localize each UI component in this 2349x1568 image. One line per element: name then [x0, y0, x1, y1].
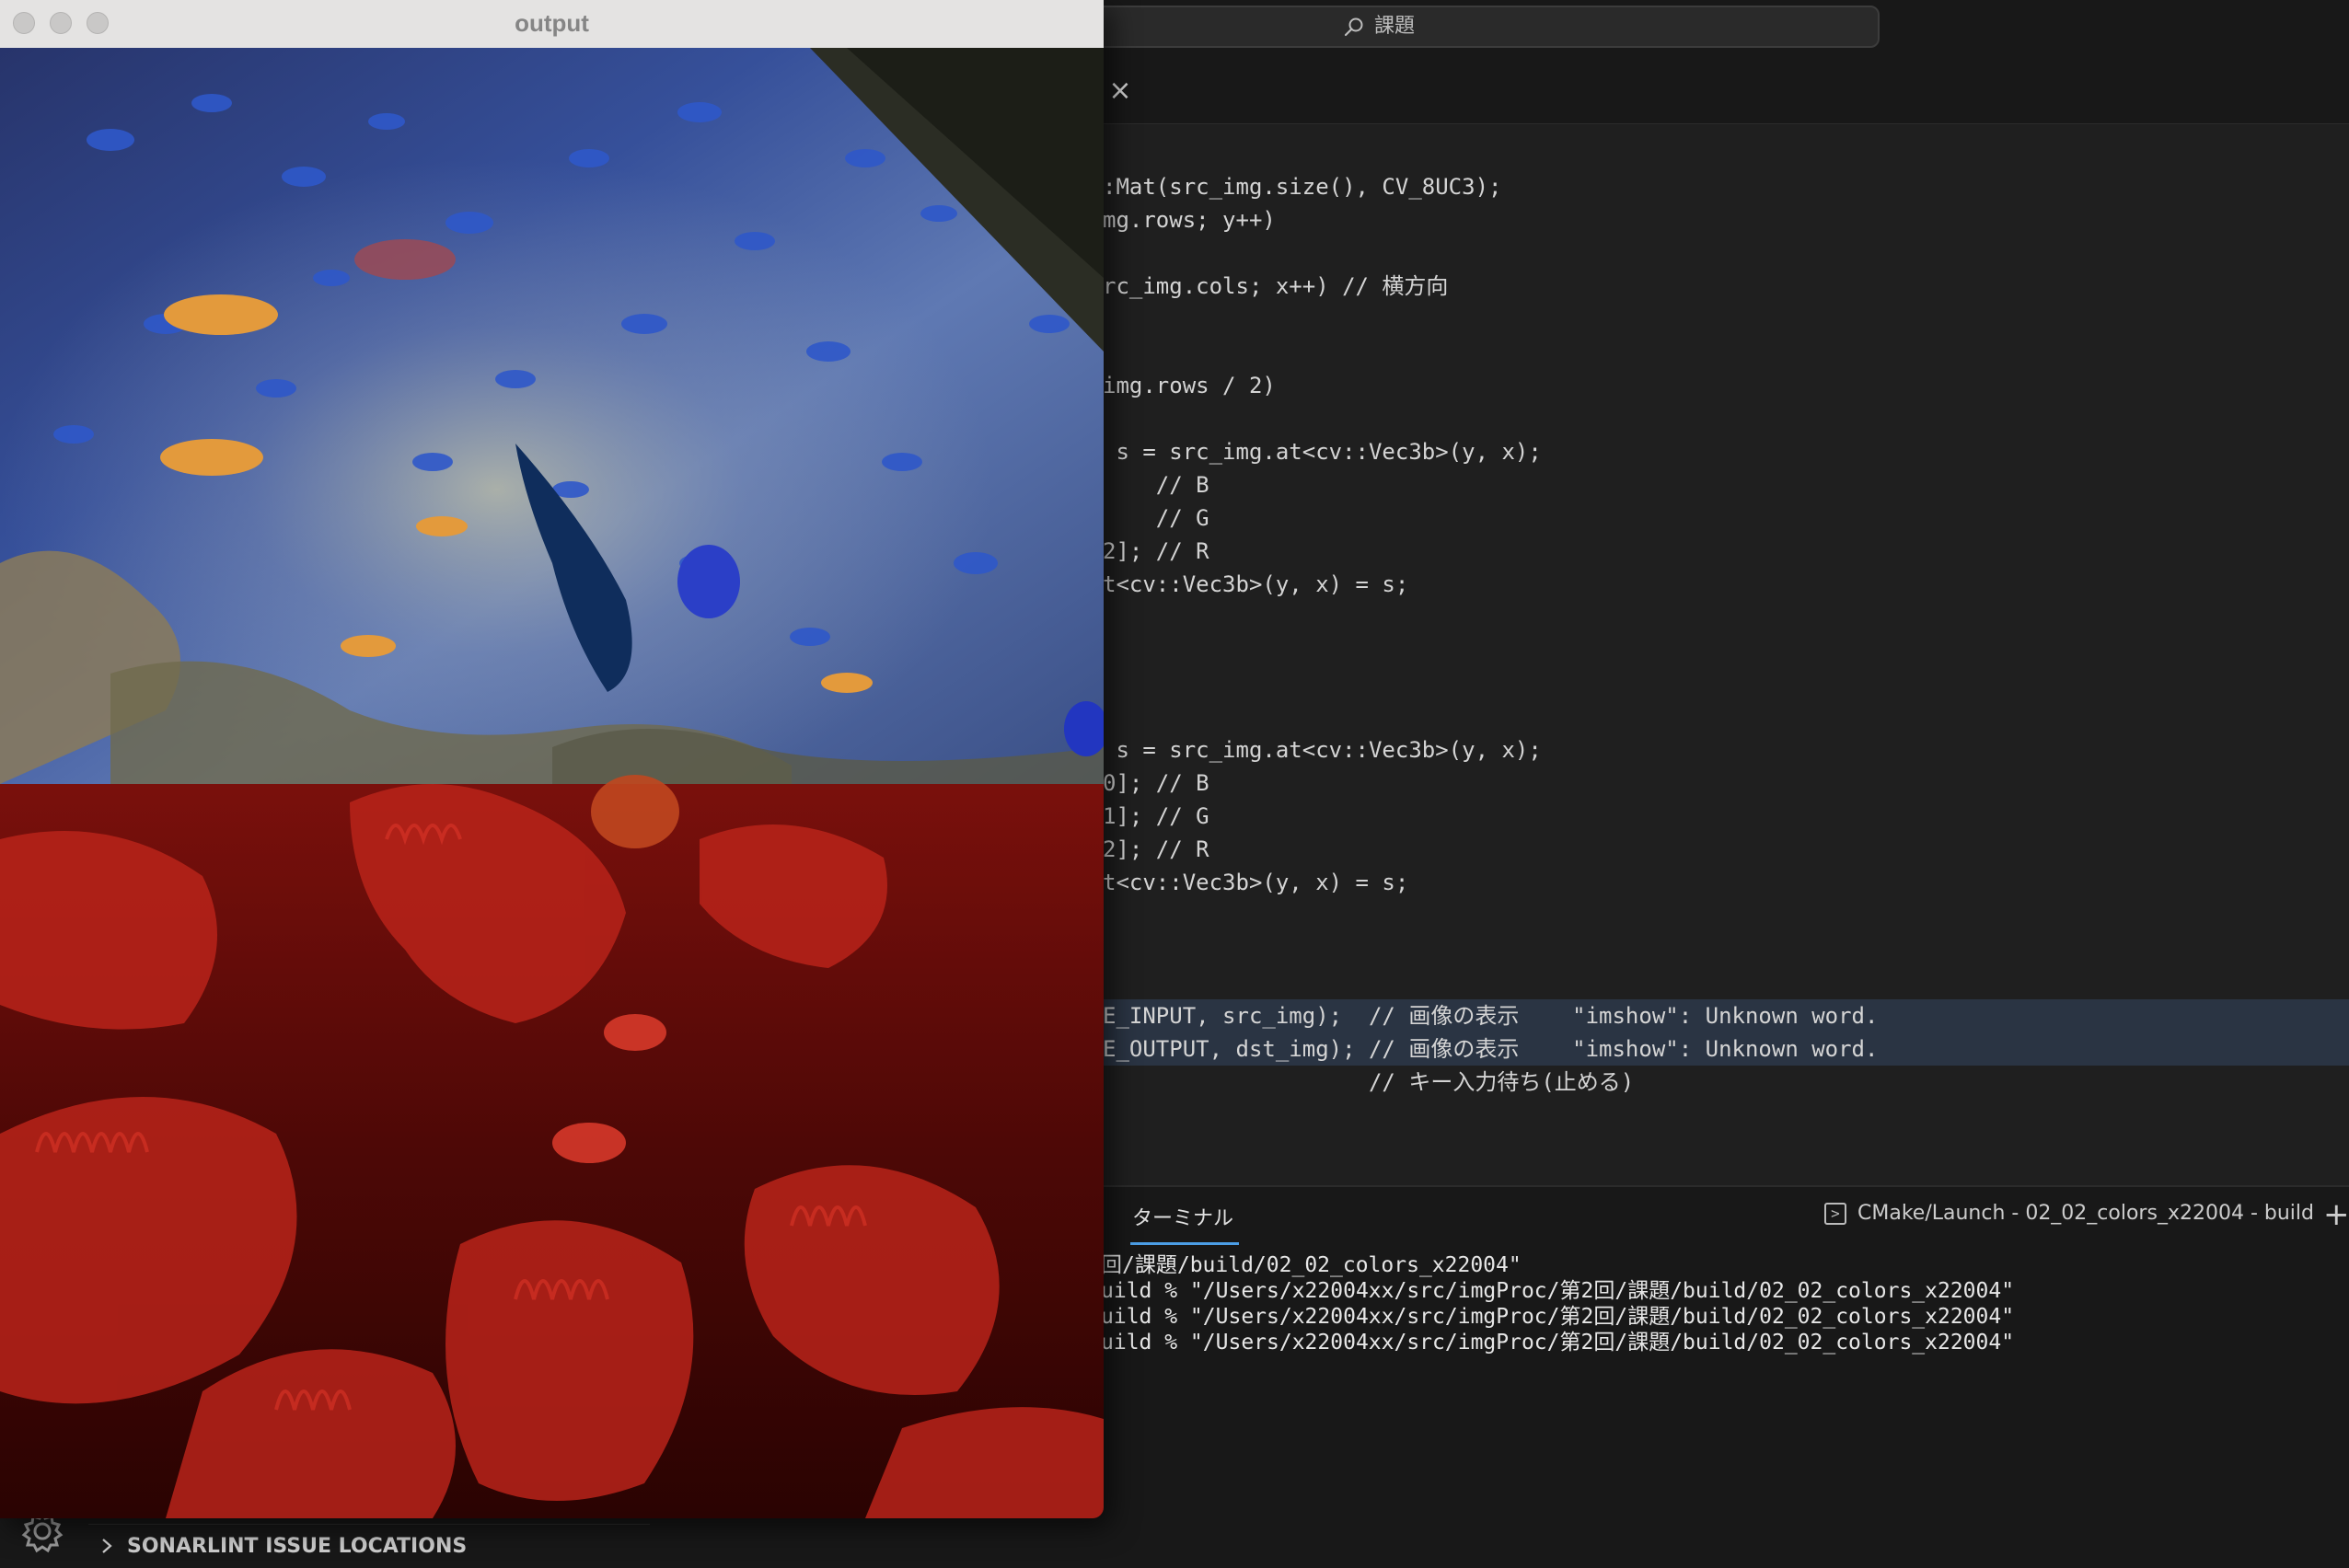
new-terminal-icon[interactable]: + [2323, 1196, 2349, 1233]
code-line: mg.rows; y++) [1103, 207, 1276, 233]
search-placeholder: 課題 [1374, 15, 1416, 38]
code-line: t<cv::Vec3b>(y, x) = s; [1103, 571, 1409, 597]
sonarlint-label: SONARLINT ISSUE LOCATIONS [127, 1534, 468, 1558]
code-line: E_INPUT, src_img); // 画像の表示 "imshow": Un… [1103, 1003, 1879, 1029]
output-window[interactable]: output [0, 0, 1104, 1518]
code-line: s = src_img.at<cv::Vec3b>(y, x); [1103, 439, 1542, 465]
command-center-search[interactable]: 課題 [1079, 6, 1880, 48]
code-line: 0]; // B [1103, 770, 1209, 796]
active-tab-indicator [1130, 1242, 1239, 1245]
tab-terminal[interactable]: ターミナル [1132, 1202, 1233, 1231]
output-window-title-bar[interactable]: output [0, 0, 1104, 49]
terminal-line: uild % "/Users/x22004xx/src/imgProc/第2回/… [1101, 1305, 2015, 1329]
code-line: rc_img.cols; x++) // 横方向 [1103, 273, 1449, 299]
code-line: // B [1103, 472, 1209, 498]
launch-label: CMake/Launch - 02_02_colors_x22004 - bui… [1857, 1202, 2314, 1225]
code-line: s = src_img.at<cv::Vec3b>(y, x); [1103, 737, 1542, 763]
terminal-line: 回/課題/build/02_02_colors_x22004" [1101, 1253, 1522, 1277]
search-icon [1344, 17, 1363, 37]
code-line: 2]; // R [1103, 538, 1209, 564]
code-line: 2]; // R [1103, 836, 1209, 862]
cmake-launch-indicator[interactable]: > CMake/Launch - 02_02_colors_x22004 - b… [1824, 1202, 2314, 1225]
terminal-line: uild % "/Users/x22004xx/src/imgProc/第2回/… [1101, 1331, 2015, 1355]
sonarlint-issue-locations[interactable]: SONARLINT ISSUE LOCATIONS [88, 1524, 650, 1567]
terminal-line: uild % "/Users/x22004xx/src/imgProc/第2回/… [1101, 1279, 2015, 1303]
terminal-icon: > [1824, 1202, 1846, 1225]
close-icon[interactable]: × [1101, 72, 1140, 110]
code-line: E_OUTPUT, dst_img); // 画像の表示 "imshow": U… [1103, 1036, 1879, 1062]
code-line: 1]; // G [1103, 803, 1209, 829]
code-line: t<cv::Vec3b>(y, x) = s; [1103, 870, 1409, 895]
output-window-title: output [515, 9, 589, 37]
code-line: img.rows / 2) [1103, 373, 1276, 398]
code-line: :Mat(src_img.size(), CV_8UC3); [1103, 174, 1502, 200]
output-image [0, 48, 1104, 1518]
code-line: // キー入力待ち(止める) [1103, 1069, 1635, 1095]
chevron-right-icon [102, 1539, 112, 1553]
code-line: // G [1103, 505, 1209, 531]
